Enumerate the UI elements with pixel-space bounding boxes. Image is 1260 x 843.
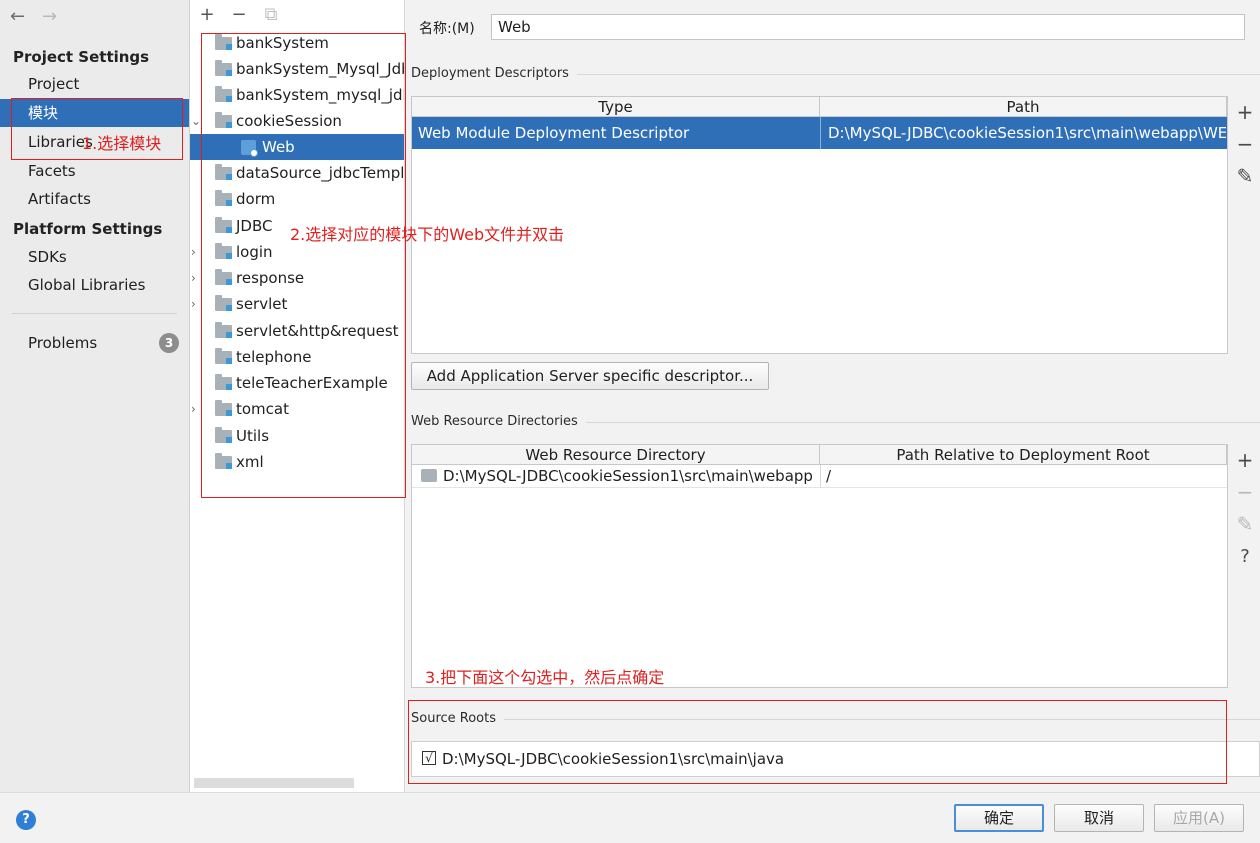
descriptor-tools: + − ✎ bbox=[1230, 96, 1260, 354]
chevron-right-icon[interactable]: › bbox=[191, 265, 201, 291]
deployment-descriptors-title: Deployment Descriptors bbox=[411, 66, 577, 81]
project-settings-heading: Project Settings bbox=[13, 48, 150, 66]
annotation-step2: 2.选择对应的模块下的Web文件并双击 bbox=[290, 225, 565, 244]
column-header-type[interactable]: Type bbox=[412, 97, 820, 117]
sidebar-item-project[interactable]: Project bbox=[0, 70, 189, 98]
web-resource-directories-title: Web Resource Directories bbox=[411, 414, 586, 429]
web-resource-directory-cell: D:\MySQL-JDBC\cookieSession1\src\main\we… bbox=[443, 467, 813, 485]
add-module-icon[interactable]: + bbox=[198, 4, 216, 25]
annotation-box-step2 bbox=[201, 33, 406, 498]
annotation-box-step3 bbox=[408, 700, 1227, 784]
tree-horizontal-scrollbar[interactable] bbox=[194, 778, 354, 788]
edit-pencil-icon[interactable]: ✎ bbox=[1230, 512, 1260, 536]
cancel-button[interactable]: 取消 bbox=[1054, 804, 1144, 832]
chevron-down-icon[interactable]: ⌄ bbox=[191, 108, 201, 134]
name-field-label: 名称:(M) bbox=[419, 21, 475, 37]
help-icon[interactable]: ? bbox=[1230, 546, 1260, 567]
remove-icon[interactable]: − bbox=[1230, 480, 1260, 504]
remove-icon[interactable]: − bbox=[1230, 132, 1260, 156]
table-row[interactable]: D:\MySQL-JDBC\cookieSession1\src\main\we… bbox=[412, 465, 1227, 488]
web-resource-tools: + − ✎ ? bbox=[1230, 444, 1260, 688]
annotation-step1: 1.选择模块 bbox=[82, 134, 162, 153]
remove-module-icon[interactable]: − bbox=[230, 4, 248, 25]
sidebar-item-global-libraries[interactable]: Global Libraries bbox=[0, 271, 189, 299]
descriptor-type-cell: Web Module Deployment Descriptor bbox=[418, 124, 690, 142]
descriptor-path-cell: D:\MySQL-JDBC\cookieSession1\src\main\we… bbox=[828, 124, 1226, 142]
chevron-right-icon[interactable]: › bbox=[191, 291, 201, 317]
add-server-descriptor-button[interactable]: Add Application Server specific descript… bbox=[411, 362, 769, 390]
name-field[interactable]: Web bbox=[491, 14, 1245, 40]
sidebar-item-sdks[interactable]: SDKs bbox=[0, 243, 189, 271]
annotation-step3: 3.把下面这个勾选中，然后点确定 bbox=[425, 668, 665, 687]
cell-divider bbox=[820, 117, 821, 149]
forward-arrow-icon[interactable]: → bbox=[42, 6, 57, 27]
add-icon[interactable]: + bbox=[1230, 100, 1260, 124]
column-header-web-resource-directory[interactable]: Web Resource Directory bbox=[412, 445, 820, 465]
sidebar-item-facets[interactable]: Facets bbox=[0, 157, 189, 185]
copy-module-icon[interactable]: ⧉ bbox=[262, 4, 280, 25]
sidebar-item-artifacts[interactable]: Artifacts bbox=[0, 185, 189, 213]
platform-settings-heading: Platform Settings bbox=[13, 220, 163, 238]
problems-label: Problems bbox=[28, 334, 98, 352]
column-header-path[interactable]: Path bbox=[820, 97, 1227, 117]
chevron-right-icon[interactable]: › bbox=[191, 396, 201, 422]
apply-button[interactable]: 应用(A) bbox=[1154, 804, 1244, 832]
problems-count-badge: 3 bbox=[159, 333, 179, 353]
table-row[interactable]: Web Module Deployment Descriptor D:\MySQ… bbox=[412, 117, 1227, 149]
sidebar-item-problems[interactable]: Problems 3 bbox=[0, 329, 189, 357]
back-arrow-icon[interactable]: ← bbox=[10, 6, 25, 27]
column-header-relative-path[interactable]: Path Relative to Deployment Root bbox=[820, 445, 1227, 465]
sidebar-divider bbox=[12, 313, 177, 314]
web-resource-directories-table: Web Resource Directory Path Relative to … bbox=[411, 444, 1228, 688]
chevron-right-icon[interactable]: › bbox=[191, 239, 201, 265]
dialog-button-bar: ? 确定 取消 应用(A) bbox=[0, 792, 1260, 843]
edit-pencil-icon[interactable]: ✎ bbox=[1230, 164, 1260, 188]
relative-path-cell: / bbox=[826, 467, 832, 485]
cell-divider bbox=[820, 465, 821, 487]
help-circle-icon[interactable]: ? bbox=[16, 810, 36, 830]
add-icon[interactable]: + bbox=[1230, 448, 1260, 472]
web-folder-icon bbox=[421, 469, 437, 482]
ok-button[interactable]: 确定 bbox=[954, 804, 1044, 832]
